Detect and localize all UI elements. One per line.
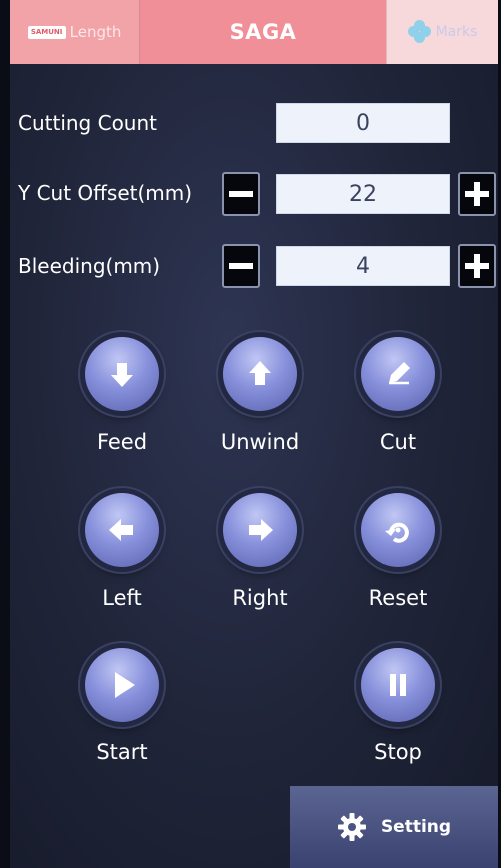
start-label: Start bbox=[96, 740, 148, 764]
tab-marks[interactable]: Marks bbox=[386, 0, 498, 64]
cutting-count-field[interactable]: 0 bbox=[276, 103, 450, 143]
cut-button[interactable] bbox=[361, 337, 435, 411]
cut-label: Cut bbox=[379, 430, 417, 454]
stop-button[interactable] bbox=[361, 648, 435, 722]
machine-control-screen: SAMUNI Length SAGA Marks Cutting Count 0… bbox=[10, 0, 498, 868]
pause-icon bbox=[390, 674, 406, 696]
top-tab-bar: SAMUNI Length SAGA Marks bbox=[10, 0, 498, 64]
y-cut-offset-plus-button[interactable] bbox=[458, 172, 496, 216]
setting-button[interactable]: Setting bbox=[290, 786, 498, 868]
right-button[interactable] bbox=[223, 493, 297, 567]
arrow-left-icon bbox=[109, 519, 133, 541]
start-button[interactable] bbox=[85, 648, 159, 722]
reset-button[interactable] bbox=[361, 493, 435, 567]
unwind-button[interactable] bbox=[223, 337, 297, 411]
tab-marks-label: Marks bbox=[435, 24, 478, 40]
cutting-count-label: Cutting Count bbox=[18, 111, 158, 135]
blade-icon bbox=[389, 362, 410, 385]
gear-icon bbox=[337, 813, 366, 841]
brand-logo: SAMUNI bbox=[27, 25, 66, 39]
tab-saga-label: SAGA bbox=[229, 20, 297, 44]
unwind-label: Unwind bbox=[220, 430, 300, 454]
arrow-right-icon bbox=[249, 519, 273, 541]
tab-length-label: Length bbox=[69, 23, 122, 41]
reset-label: Reset bbox=[368, 586, 428, 610]
y-cut-offset-field[interactable]: 22 bbox=[276, 174, 450, 214]
right-label: Right bbox=[232, 586, 288, 610]
y-cut-offset-minus-button[interactable] bbox=[222, 172, 260, 216]
stop-label: Stop bbox=[374, 740, 422, 764]
flower-icon bbox=[407, 20, 432, 44]
bleeding-plus-button[interactable] bbox=[458, 244, 496, 288]
bleeding-label: Bleeding(mm) bbox=[18, 254, 161, 278]
play-icon bbox=[115, 672, 135, 698]
arrow-up-icon bbox=[249, 361, 271, 385]
tab-length[interactable]: SAMUNI Length bbox=[10, 0, 140, 64]
setting-label: Setting bbox=[380, 817, 452, 837]
left-button[interactable] bbox=[85, 493, 159, 567]
y-cut-offset-label: Y Cut Offset(mm) bbox=[18, 181, 193, 205]
left-label: Left bbox=[102, 586, 142, 610]
arrow-down-icon bbox=[111, 363, 133, 387]
bleeding-field[interactable]: 4 bbox=[276, 246, 450, 286]
tab-saga[interactable]: SAGA bbox=[140, 0, 386, 64]
feed-button[interactable] bbox=[85, 337, 159, 411]
reset-icon bbox=[385, 522, 409, 543]
bleeding-minus-button[interactable] bbox=[222, 244, 260, 288]
feed-label: Feed bbox=[96, 430, 148, 454]
